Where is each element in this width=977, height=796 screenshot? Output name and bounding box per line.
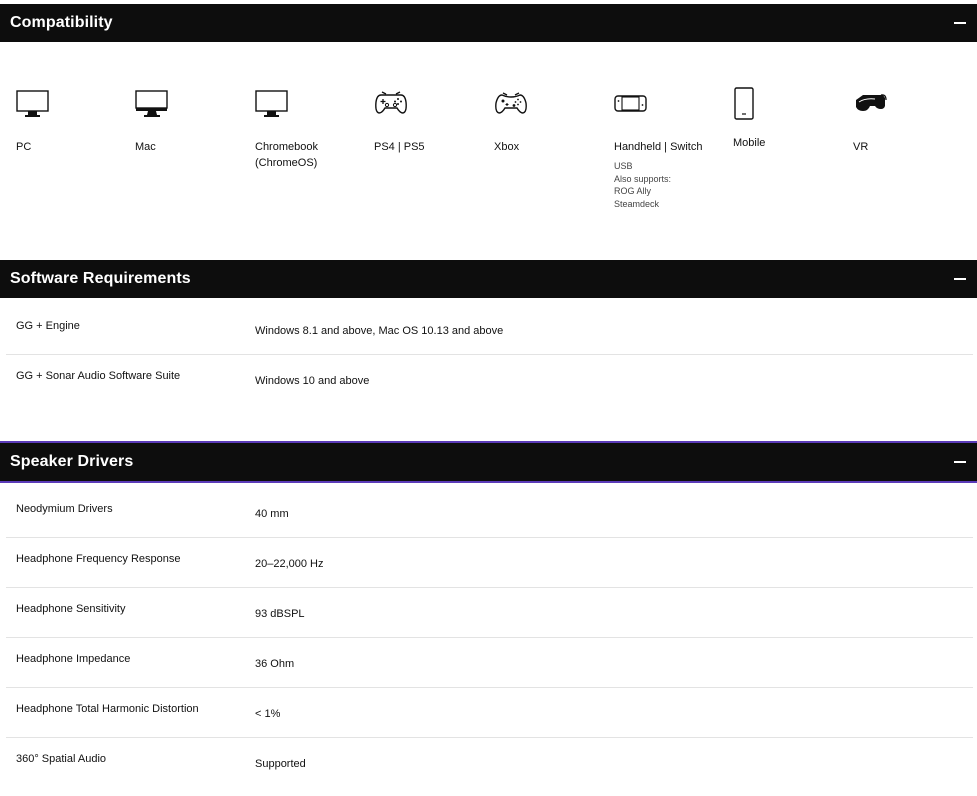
minus-icon	[954, 278, 966, 280]
spec-value: 20–22,000 Hz	[255, 558, 324, 570]
spec-row: Neodymium Drivers 40 mm	[6, 488, 973, 538]
device-playstation: PS4 | PS5	[374, 90, 489, 155]
mobile-phone-icon	[733, 87, 848, 120]
spec-key: GG + Sonar Audio Software Suite	[16, 370, 181, 382]
xbox-controller-icon	[494, 90, 609, 122]
device-label: VR	[853, 141, 869, 153]
device-handheld: Handheld | Switch USB Also supports: ROG…	[614, 90, 729, 210]
spec-row: Headphone Sensitivity 93 dBSPL	[6, 588, 973, 638]
device-label: Xbox	[494, 141, 520, 153]
spec-value: Windows 8.1 and above, Mac OS 10.13 and …	[255, 325, 504, 337]
vr-headset-icon	[853, 90, 968, 122]
device-chromebook: Chromebook (ChromeOS)	[255, 90, 370, 171]
device-label: PC	[16, 141, 32, 153]
spec-key: Neodymium Drivers	[16, 503, 113, 515]
minus-icon	[954, 22, 966, 24]
software-requirements-header[interactable]: Software Requirements	[0, 260, 977, 298]
spec-key: GG + Engine	[16, 320, 80, 332]
device-note: USB Also supports: ROG Ally Steamdeck	[614, 161, 672, 209]
spec-value: Windows 10 and above	[255, 375, 370, 387]
compatibility-title: Compatibility	[10, 14, 113, 31]
gamepad-icon	[374, 90, 489, 122]
spec-row: Headphone Frequency Response 20–22,000 H…	[6, 538, 973, 588]
spec-row: GG + Sonar Audio Software Suite Windows …	[6, 355, 973, 405]
collapse-speaker-drivers-button[interactable]	[953, 455, 967, 469]
device-vr: VR	[853, 90, 968, 155]
monitor-stand-icon	[135, 90, 250, 122]
device-pc: PC	[16, 90, 131, 155]
spec-key: Headphone Frequency Response	[16, 553, 181, 565]
spec-value: 40 mm	[255, 508, 289, 520]
monitor-icon	[255, 90, 370, 122]
collapse-compatibility-button[interactable]	[953, 16, 967, 30]
compatibility-header[interactable]: Compatibility	[0, 4, 977, 42]
device-label: Handheld | Switch	[614, 141, 703, 153]
speaker-drivers-title: Speaker Drivers	[10, 453, 134, 470]
minus-icon	[954, 461, 966, 463]
device-xbox: Xbox	[494, 90, 609, 155]
speaker-drivers-header[interactable]: Speaker Drivers	[0, 441, 977, 483]
spec-row: 360° Spatial Audio Supported	[6, 738, 973, 788]
device-label: Mac	[135, 141, 156, 153]
collapse-software-button[interactable]	[953, 272, 967, 286]
spec-value: < 1%	[255, 708, 281, 720]
device-mobile: Mobile	[733, 87, 848, 151]
spec-key: 360° Spatial Audio	[16, 753, 107, 765]
handheld-switch-icon	[614, 90, 729, 122]
spec-row: Headphone Impedance 36 Ohm	[6, 638, 973, 688]
compatibility-panel: PC Mac Chromebook (ChromeOS) PS4 | PS5 X…	[0, 42, 977, 260]
device-label: Chromebook (ChromeOS)	[255, 141, 318, 169]
monitor-icon	[16, 90, 131, 122]
spec-row: GG + Engine Windows 8.1 and above, Mac O…	[6, 305, 973, 355]
spec-value: 93 dBSPL	[255, 608, 305, 620]
spec-key: Headphone Total Harmonic Distortion	[16, 703, 199, 715]
device-label: Mobile	[733, 137, 766, 149]
spec-key: Headphone Impedance	[16, 653, 131, 665]
software-requirements-title: Software Requirements	[10, 270, 191, 287]
spec-row: Headphone Total Harmonic Distortion < 1%	[6, 688, 973, 738]
spec-value: Supported	[255, 758, 306, 770]
spec-value: 36 Ohm	[255, 658, 295, 670]
device-mac: Mac	[135, 90, 250, 155]
spec-key: Headphone Sensitivity	[16, 603, 126, 615]
device-label: PS4 | PS5	[374, 141, 425, 153]
